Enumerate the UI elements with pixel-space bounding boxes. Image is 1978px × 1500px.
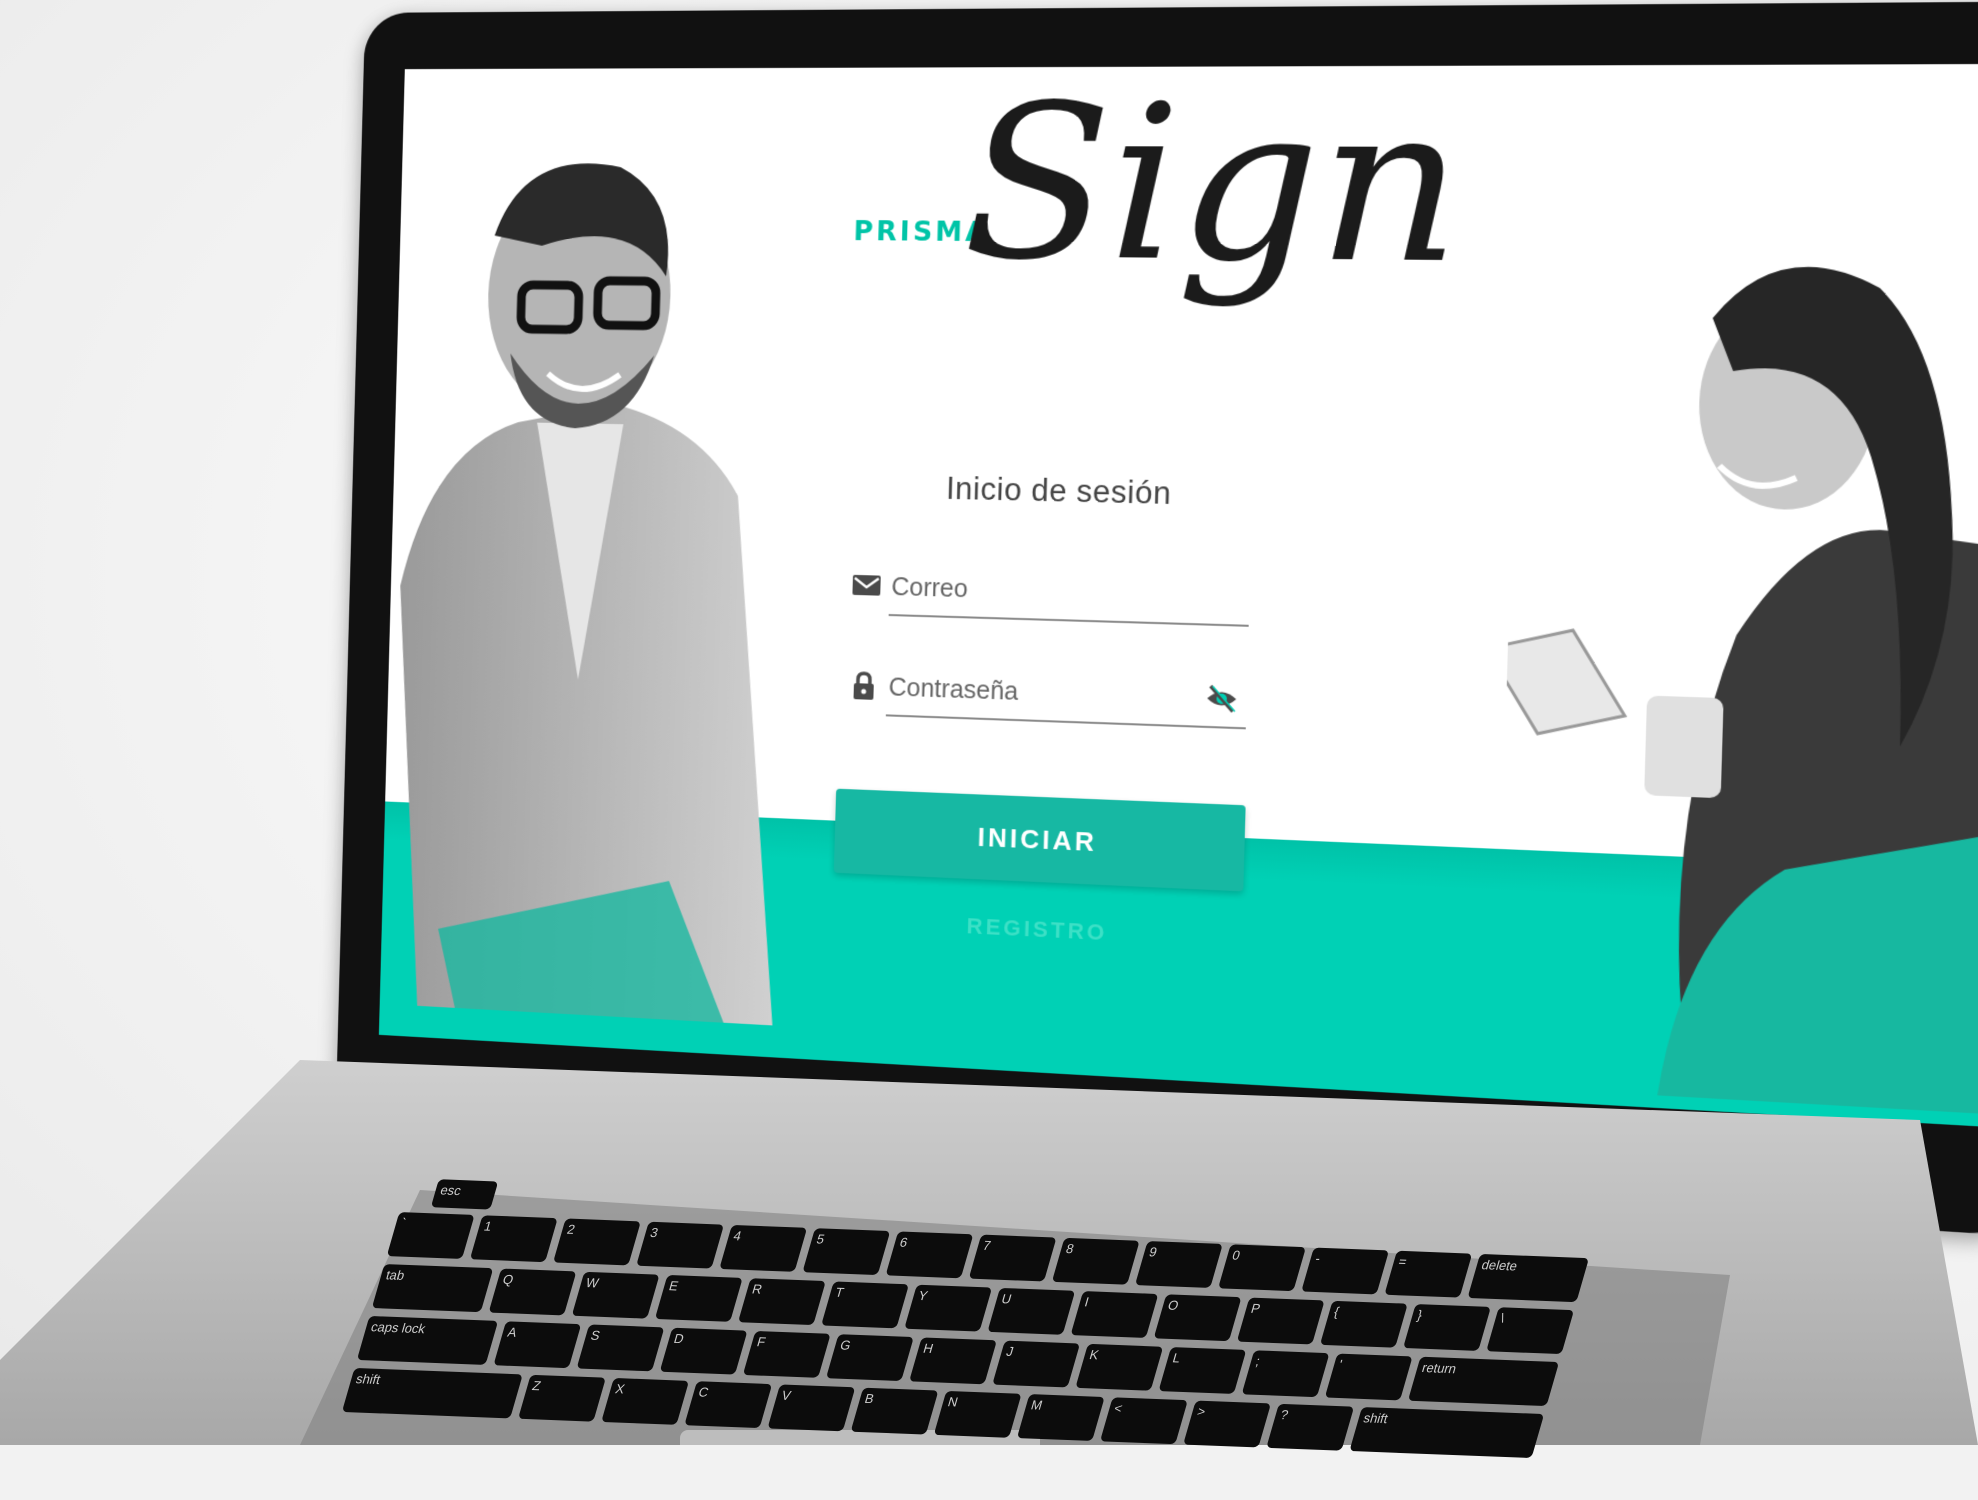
- key[interactable]: 8: [1051, 1237, 1140, 1285]
- email-input[interactable]: [888, 567, 1199, 616]
- key-shift-left[interactable]: shift: [341, 1367, 523, 1419]
- woman-photo: [1495, 266, 1978, 1114]
- key[interactable]: U: [987, 1287, 1076, 1335]
- key[interactable]: 7: [968, 1234, 1057, 1282]
- key[interactable]: -: [1301, 1247, 1390, 1295]
- key[interactable]: S: [576, 1324, 665, 1372]
- email-field: [843, 559, 1250, 627]
- key[interactable]: I: [1070, 1291, 1159, 1338]
- prisma-sign-logo: PRISMA Sign: [850, 64, 1466, 374]
- key[interactable]: \: [1486, 1307, 1575, 1355]
- key-tab[interactable]: tab: [371, 1264, 494, 1313]
- key[interactable]: Q: [488, 1268, 577, 1316]
- key[interactable]: ;: [1241, 1350, 1330, 1398]
- key[interactable]: {: [1319, 1300, 1408, 1348]
- lock-icon: [849, 671, 880, 700]
- password-input[interactable]: [886, 668, 1196, 718]
- key[interactable]: T: [821, 1281, 909, 1329]
- login-form: Inicio de sesión Correo INICIAR REGISTRO: [833, 468, 1274, 945]
- mail-icon: [851, 571, 882, 596]
- key-esc[interactable]: esc: [430, 1179, 499, 1210]
- key-shift-right[interactable]: shift: [1349, 1407, 1545, 1459]
- login-title: Inicio de sesión: [945, 470, 1172, 512]
- hide-password-icon[interactable]: [1205, 683, 1239, 715]
- key[interactable]: X: [601, 1377, 690, 1425]
- key[interactable]: A: [493, 1321, 582, 1369]
- key[interactable]: D: [659, 1327, 748, 1375]
- key[interactable]: 9: [1134, 1241, 1223, 1288]
- key[interactable]: H: [909, 1337, 997, 1385]
- key[interactable]: C: [684, 1381, 773, 1429]
- key[interactable]: K: [1075, 1343, 1164, 1391]
- key[interactable]: M: [1016, 1394, 1105, 1441]
- key[interactable]: 4: [719, 1224, 808, 1272]
- key[interactable]: J: [992, 1340, 1081, 1388]
- key[interactable]: 6: [885, 1231, 974, 1279]
- key[interactable]: F: [742, 1330, 831, 1378]
- key[interactable]: 3: [636, 1221, 725, 1269]
- key-caps-lock[interactable]: caps lock: [356, 1315, 499, 1365]
- key[interactable]: G: [825, 1334, 914, 1382]
- key[interactable]: =: [1384, 1250, 1473, 1298]
- keyboard: esc ` 1 2 3 4 5 6 7 8 9 0 - = delete tab…: [252, 1175, 1745, 1500]
- laptop-screen: PRISMA Sign Inicio de sesión Correo INIC…: [378, 63, 1978, 1127]
- key[interactable]: 5: [802, 1228, 891, 1276]
- key-delete[interactable]: delete: [1467, 1253, 1590, 1303]
- key[interactable]: E: [654, 1274, 743, 1322]
- key[interactable]: B: [850, 1387, 939, 1435]
- key[interactable]: >: [1183, 1400, 1271, 1448]
- key[interactable]: 2: [553, 1218, 641, 1266]
- key[interactable]: Z: [518, 1374, 606, 1422]
- key[interactable]: }: [1403, 1304, 1491, 1351]
- key[interactable]: O: [1153, 1294, 1242, 1342]
- key-return[interactable]: return: [1407, 1356, 1560, 1407]
- logo-sign-script: Sign: [961, 63, 1466, 313]
- key[interactable]: P: [1236, 1297, 1325, 1345]
- key[interactable]: W: [571, 1271, 660, 1319]
- key[interactable]: N: [933, 1390, 1022, 1438]
- key[interactable]: 0: [1218, 1244, 1306, 1292]
- password-field: [840, 659, 1247, 730]
- key[interactable]: ': [1324, 1353, 1413, 1401]
- key[interactable]: 1: [469, 1215, 558, 1263]
- key[interactable]: R: [737, 1278, 826, 1326]
- key[interactable]: L: [1158, 1347, 1247, 1394]
- man-photo: [389, 163, 790, 1026]
- email-underline: [888, 614, 1249, 627]
- key[interactable]: <: [1099, 1397, 1188, 1445]
- key[interactable]: Y: [904, 1284, 993, 1332]
- laptop-bezel: PRISMA Sign Inicio de sesión Correo INIC…: [335, 1, 1978, 1237]
- key[interactable]: V: [767, 1384, 856, 1432]
- key[interactable]: ?: [1266, 1403, 1355, 1451]
- key[interactable]: `: [386, 1212, 475, 1259]
